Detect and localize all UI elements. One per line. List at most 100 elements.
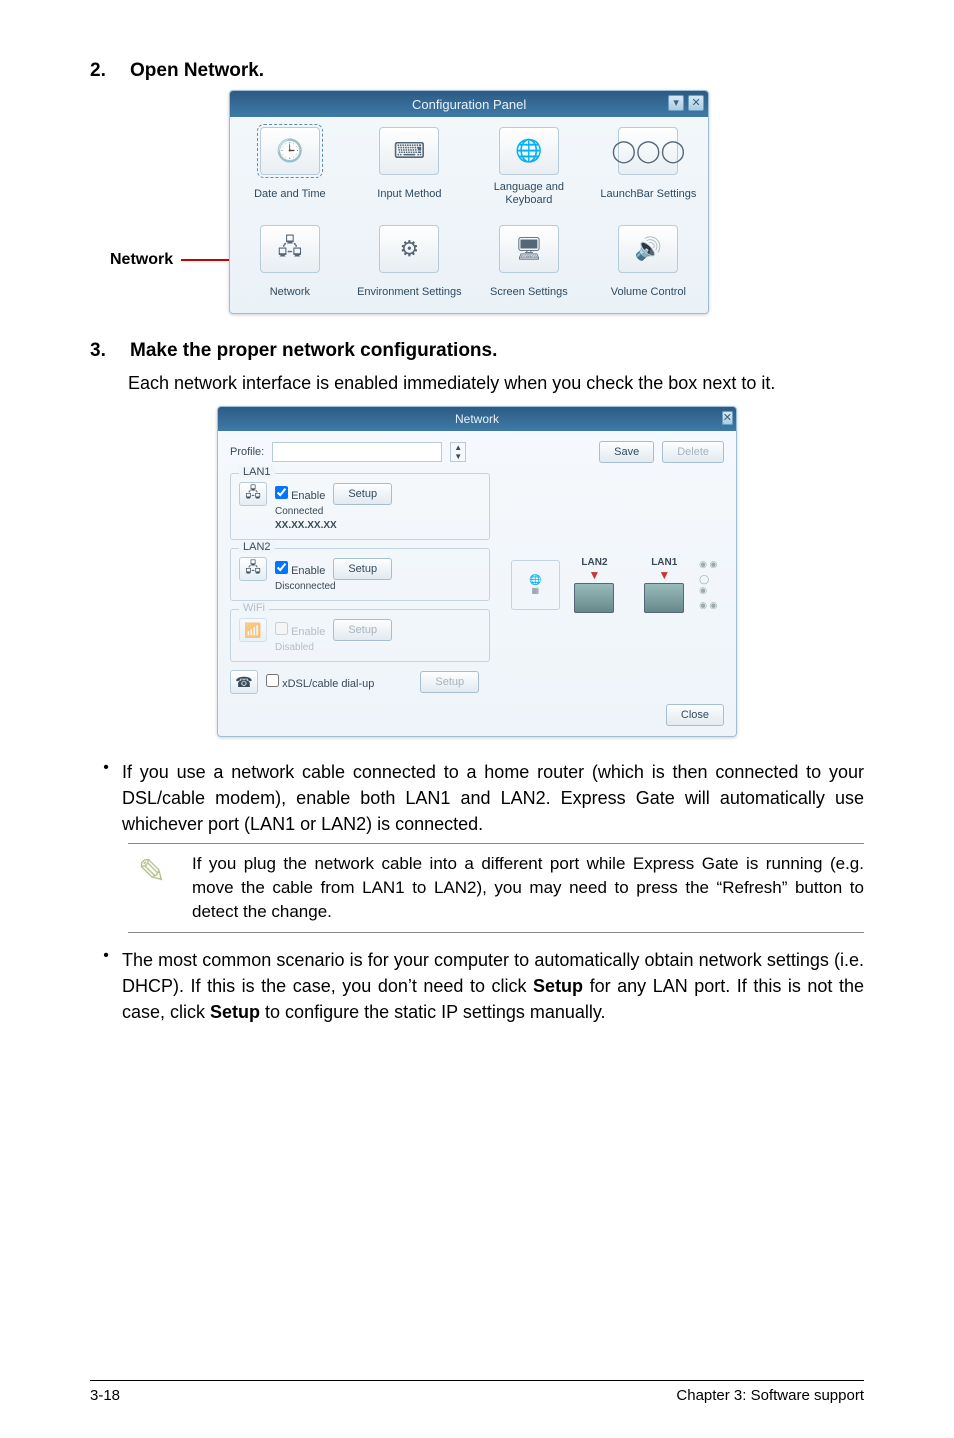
lan1-setup-button[interactable]: Setup bbox=[333, 483, 392, 505]
configuration-panel-window: Configuration Panel ▾ ✕ 🕒 Date and Time ⌨ I… bbox=[229, 90, 709, 314]
lan1-ip: XX.XX.XX.XX bbox=[275, 520, 481, 531]
environment-settings-icon: ⚙ bbox=[379, 225, 439, 273]
arrow-down-icon: ▼ bbox=[589, 572, 601, 579]
lan2-status: Disconnected bbox=[275, 581, 481, 592]
volume-control-icon: 🔊 bbox=[618, 225, 678, 273]
lan1-enable[interactable]: Enable bbox=[275, 486, 325, 502]
config-panel-item-launchbar-settings[interactable]: ◯◯◯ LaunchBar Settings bbox=[589, 117, 709, 215]
launchbar-settings-icon: ◯◯◯ bbox=[618, 127, 678, 175]
led-icon: ◉ ◉ bbox=[699, 600, 719, 611]
screen-settings-icon: 🖥 bbox=[499, 225, 559, 273]
modem-icon: ☎ bbox=[230, 670, 258, 694]
configuration-panel-title: Configuration Panel bbox=[412, 97, 526, 112]
config-panel-item-language-and-keyboard[interactable]: 🌐 Language and Keyboard bbox=[469, 117, 589, 215]
lan2-nic-icon: 🖧 bbox=[239, 557, 267, 581]
xdsl-row: ☎ xDSL/cable dial-up Setup bbox=[230, 670, 724, 694]
bullet-dot: • bbox=[90, 759, 122, 837]
profile-spin-up-icon[interactable]: ▲ bbox=[451, 443, 465, 452]
step-2-number: 2. bbox=[90, 60, 130, 82]
wifi-title: WiFi bbox=[239, 602, 269, 614]
step-3-number: 3. bbox=[90, 340, 130, 362]
lan2-group: LAN2 🖧 Enable Setup Disconnected bbox=[230, 548, 490, 601]
xdsl-enable-checkbox[interactable] bbox=[266, 674, 279, 687]
network-pointer-line bbox=[181, 259, 229, 261]
config-panel-item-label: Environment Settings bbox=[357, 279, 462, 305]
profile-label: Profile: bbox=[230, 446, 264, 458]
wifi-setup-button: Setup bbox=[333, 619, 392, 641]
pc-icon bbox=[644, 583, 684, 613]
config-panel-item-label: Screen Settings bbox=[490, 279, 568, 305]
lan2-enable-checkbox[interactable] bbox=[275, 561, 288, 574]
bullet-1-text: If you use a network cable connected to … bbox=[122, 759, 864, 837]
configuration-panel-figure: Network Configuration Panel ▾ ✕ 🕒 Date an… bbox=[110, 90, 864, 314]
delete-button[interactable]: Delete bbox=[662, 441, 724, 463]
lan1-enable-checkbox[interactable] bbox=[275, 486, 288, 499]
note-text: If you plug the network cable into a dif… bbox=[192, 852, 864, 923]
config-panel-item-label: Language and Keyboard bbox=[473, 181, 585, 207]
lan2-title: LAN2 bbox=[239, 541, 275, 553]
config-panel-item-label: Volume Control bbox=[611, 279, 686, 305]
network-dialog-title: Network bbox=[455, 412, 499, 426]
lan2-setup-button[interactable]: Setup bbox=[333, 558, 392, 580]
config-panel-item-label: LaunchBar Settings bbox=[600, 181, 696, 207]
step-3-body: Each network interface is enabled immedi… bbox=[128, 370, 864, 396]
xdsl-setup-button: Setup bbox=[420, 671, 479, 693]
wifi-nic-icon: 📶 bbox=[239, 618, 267, 642]
network-pointer-label: Network bbox=[110, 251, 173, 269]
lan1-diagram: LAN1 ▼ bbox=[629, 557, 699, 613]
wifi-enable: Enable bbox=[275, 622, 325, 638]
network-dialog: Network ✕ Profile: ▲ ▼ Save Delete LAN1 … bbox=[217, 406, 737, 737]
lan1-nic-icon: 🖧 bbox=[239, 482, 267, 506]
close-icon[interactable]: ✕ bbox=[688, 95, 704, 111]
config-panel-item-volume-control[interactable]: 🔊 Volume Control bbox=[589, 215, 709, 313]
led-icon: ◯ ◉ bbox=[699, 574, 719, 596]
config-panel-item-environment-settings[interactable]: ⚙ Environment Settings bbox=[350, 215, 470, 313]
lan2-diagram: LAN2 ▼ bbox=[560, 557, 630, 613]
config-panel-item-date-and-time[interactable]: 🕒 Date and Time bbox=[230, 117, 350, 215]
xdsl-enable[interactable]: xDSL/cable dial-up bbox=[266, 674, 374, 690]
step-3-title: Make the proper network configurations. bbox=[130, 340, 497, 362]
bullet-dot: • bbox=[90, 947, 122, 1025]
bullet-2: • The most common scenario is for your c… bbox=[90, 947, 864, 1025]
date-and-time-icon: 🕒 bbox=[260, 127, 320, 175]
wifi-group: WiFi 📶 Enable Setup Disabled bbox=[230, 609, 490, 662]
bullet-2-text: The most common scenario is for your com… bbox=[122, 947, 864, 1025]
arrow-down-icon: ▼ bbox=[658, 572, 670, 579]
config-panel-item-label: Date and Time bbox=[254, 181, 326, 207]
page-number: 3-18 bbox=[90, 1387, 120, 1404]
pencil-note-icon: ✎ bbox=[128, 852, 176, 892]
network-dialog-titlebar: Network ✕ bbox=[218, 407, 736, 431]
chapter-label: Chapter 3: Software support bbox=[676, 1387, 864, 1404]
configuration-panel-titlebar: Configuration Panel ▾ ✕ bbox=[230, 91, 708, 117]
step-2-title: Open Network. bbox=[130, 60, 264, 82]
config-panel-item-input-method[interactable]: ⌨ Input Method bbox=[350, 117, 470, 215]
profile-row: Profile: ▲ ▼ Save Delete bbox=[230, 441, 724, 463]
lan1-status: Connected bbox=[275, 506, 481, 517]
network-topology-diagram: 🌐▦ LAN2 ▼ LAN1 ▼ ◉ ◉ ◯ ◉ ◉ ◉ bbox=[510, 535, 720, 635]
wifi-enable-checkbox bbox=[275, 622, 288, 635]
profile-combo[interactable] bbox=[272, 442, 442, 462]
language-keyboard-icon: 🌐 bbox=[499, 127, 559, 175]
internet-globe-icon: 🌐▦ bbox=[511, 560, 560, 610]
page-footer: 3-18 Chapter 3: Software support bbox=[90, 1380, 864, 1404]
lan1-title: LAN1 bbox=[239, 466, 275, 478]
config-panel-item-label: Input Method bbox=[377, 181, 441, 207]
minimize-icon[interactable]: ▾ bbox=[668, 95, 684, 111]
close-button[interactable]: Close bbox=[666, 704, 724, 726]
close-icon[interactable]: ✕ bbox=[722, 411, 733, 425]
led-icon: ◉ ◉ bbox=[699, 559, 719, 570]
bullet-1: • If you use a network cable connected t… bbox=[90, 759, 864, 837]
note-box: ✎ If you plug the network cable into a d… bbox=[128, 843, 864, 932]
input-method-icon: ⌨ bbox=[379, 127, 439, 175]
step-2-heading: 2. Open Network. bbox=[90, 60, 864, 82]
config-panel-item-screen-settings[interactable]: 🖥 Screen Settings bbox=[469, 215, 589, 313]
lan2-enable[interactable]: Enable bbox=[275, 561, 325, 577]
config-panel-item-network[interactable]: 🖧 Network bbox=[230, 215, 350, 313]
step-3-heading: 3. Make the proper network configuration… bbox=[90, 340, 864, 362]
network-icon: 🖧 bbox=[260, 225, 320, 273]
lan1-group: LAN1 🖧 Enable Setup Connected XX.XX.XX.X… bbox=[230, 473, 490, 540]
save-button[interactable]: Save bbox=[599, 441, 654, 463]
profile-spin-down-icon[interactable]: ▼ bbox=[451, 452, 465, 461]
config-panel-item-label: Network bbox=[270, 279, 310, 305]
pc-icon bbox=[574, 583, 614, 613]
